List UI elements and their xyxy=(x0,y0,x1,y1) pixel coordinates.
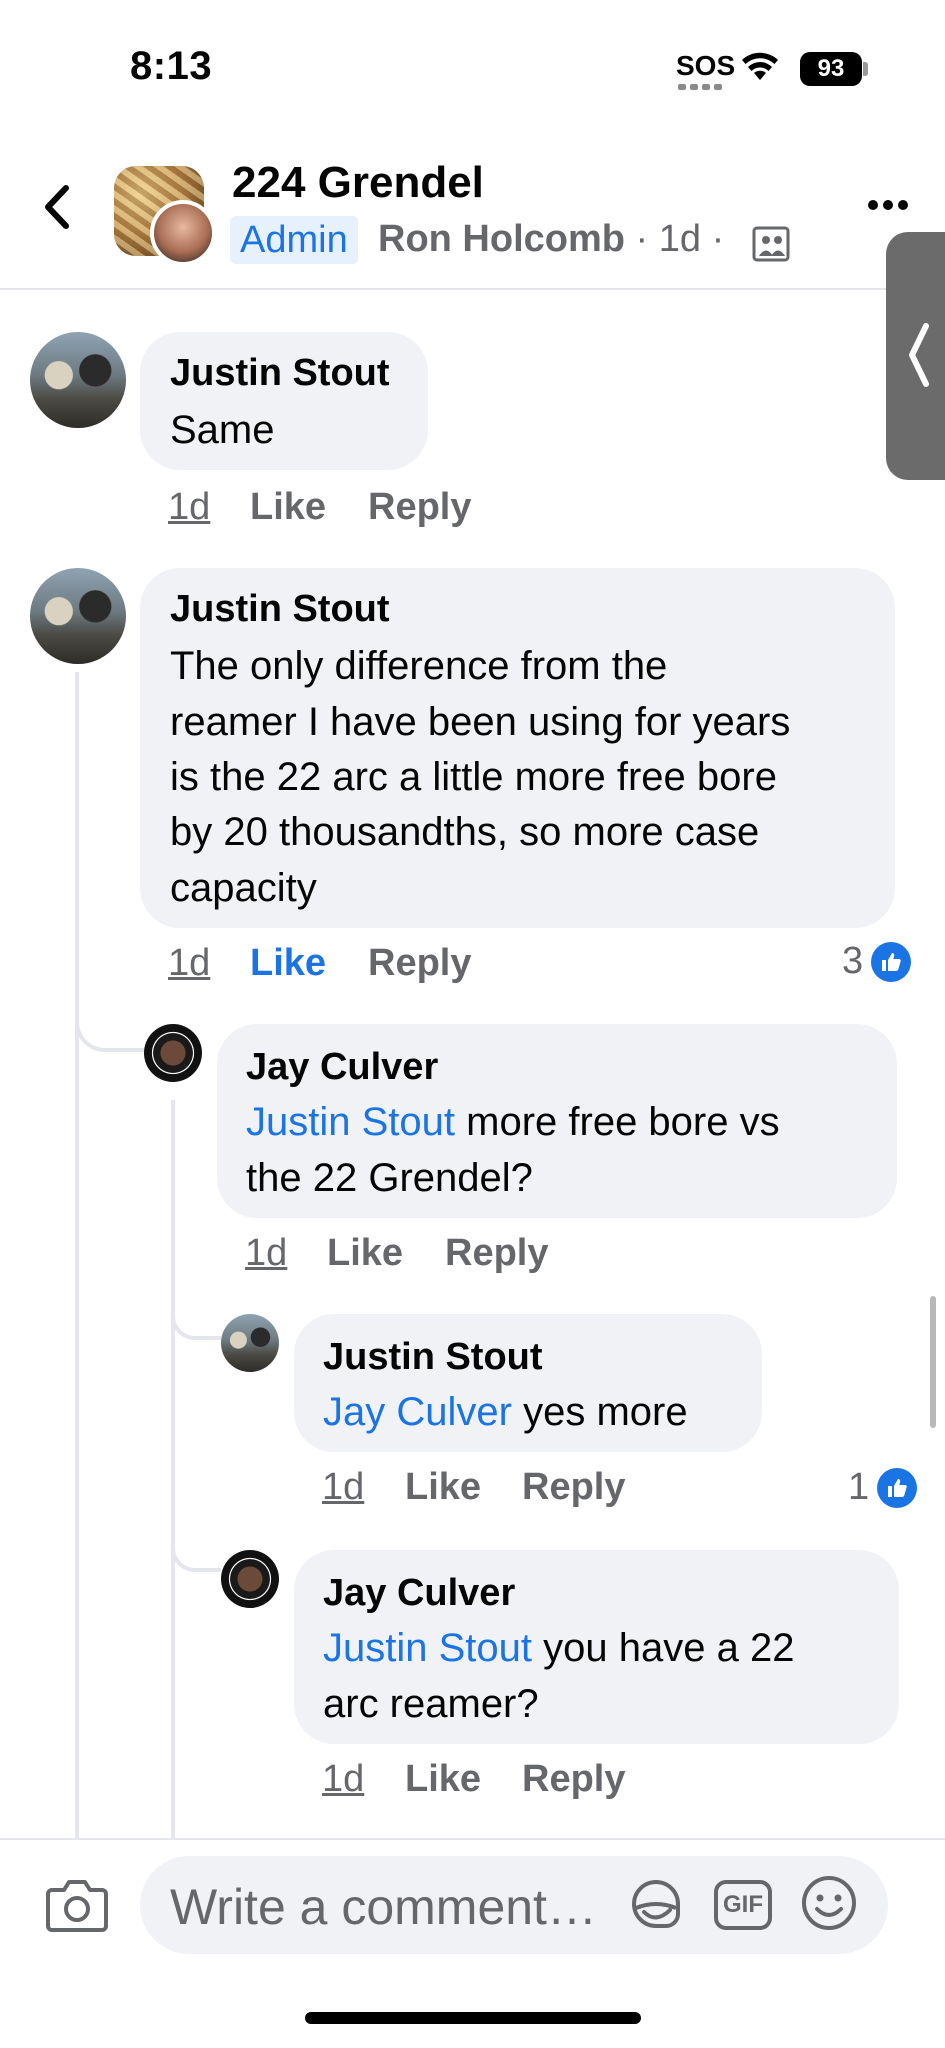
reply-text: Justin Stout more free bore vs xyxy=(246,1094,780,1150)
author-avatar[interactable] xyxy=(150,200,216,266)
reply-text: Justin Stout you have a 22 xyxy=(323,1620,794,1676)
thread-connector xyxy=(75,990,147,1052)
mention-link[interactable]: Jay Culver xyxy=(323,1390,512,1434)
sos-indicator: SOS xyxy=(676,50,736,81)
byline-separator: · xyxy=(711,218,725,260)
more-options-icon[interactable] xyxy=(866,198,910,212)
reply-text: Jay Culver yes more xyxy=(323,1384,688,1440)
author-name[interactable]: Ron Holcomb xyxy=(378,218,625,260)
thumbs-up-icon xyxy=(871,941,912,982)
like-button[interactable]: Like xyxy=(405,1466,481,1509)
signal-dots-icon xyxy=(678,84,726,90)
reply-actions: 1d xyxy=(322,1466,364,1509)
byline-separator: · xyxy=(635,218,649,260)
photo-album-icon xyxy=(752,226,790,262)
like-button[interactable]: Like xyxy=(250,486,326,529)
like-button[interactable]: Like xyxy=(405,1758,481,1801)
scrollbar[interactable] xyxy=(930,1296,936,1428)
comment-text-line: The only difference from the xyxy=(170,644,668,688)
comment-text: Same xyxy=(170,408,275,452)
reply-button[interactable]: Reply xyxy=(522,1758,625,1801)
comment-text-line: by 20 thousandths, so more case xyxy=(170,810,760,854)
reply-text-body: you have a 22 xyxy=(543,1626,795,1670)
comment-time[interactable]: 1d xyxy=(168,942,210,984)
like-button-active[interactable]: Like xyxy=(250,942,326,984)
sticker-icon[interactable] xyxy=(626,1874,686,1934)
camera-icon[interactable] xyxy=(46,1878,108,1932)
chevron-left-icon xyxy=(909,323,929,387)
reply-button[interactable]: Reply xyxy=(522,1466,625,1509)
home-indicator xyxy=(305,2012,641,2024)
reply-author[interactable]: Jay Culver xyxy=(323,1572,515,1615)
comment-text-line: is the 22 arc a little more free bore xyxy=(170,755,777,799)
reaction-count: 3 xyxy=(842,940,864,982)
reply-button[interactable]: Reply xyxy=(368,942,471,985)
reply-time[interactable]: 1d xyxy=(245,1232,287,1274)
post-byline: Ron Holcomb · 1d · xyxy=(378,218,724,261)
post-age[interactable]: 1d xyxy=(659,218,701,260)
thread-line xyxy=(75,672,79,1838)
replier-avatar[interactable] xyxy=(221,1550,279,1608)
replier-avatar[interactable] xyxy=(144,1024,202,1082)
mention-link[interactable]: Justin Stout xyxy=(323,1626,532,1670)
commenter-avatar[interactable] xyxy=(30,568,126,664)
reply-author[interactable]: Justin Stout xyxy=(323,1336,543,1379)
battery-cap xyxy=(863,62,868,76)
reaction-count: 1 xyxy=(848,1466,870,1508)
thread-line xyxy=(171,1100,175,1838)
comment-actions: 1d xyxy=(168,486,210,529)
reaction-summary[interactable]: 3 xyxy=(842,940,912,983)
reaction-summary[interactable]: 1 xyxy=(848,1466,918,1509)
reply-text-body: yes more xyxy=(523,1390,688,1434)
wifi-icon xyxy=(742,52,778,80)
reply-actions: 1d xyxy=(245,1232,287,1275)
reply-actions: 1d xyxy=(322,1758,364,1801)
comment-actions: 1d xyxy=(168,942,210,985)
comment-author[interactable]: Justin Stout xyxy=(170,588,390,631)
gif-icon[interactable]: GIF xyxy=(714,1880,772,1930)
status-time: 8:13 xyxy=(130,44,213,88)
comment-time[interactable]: 1d xyxy=(168,486,210,528)
mention-link[interactable]: Justin Stout xyxy=(246,1100,455,1144)
thread-connector xyxy=(171,1292,221,1340)
emoji-icon[interactable] xyxy=(800,1874,858,1932)
like-button[interactable]: Like xyxy=(327,1232,403,1275)
back-chevron-icon[interactable] xyxy=(38,182,78,232)
reply-button[interactable]: Reply xyxy=(445,1232,548,1275)
reply-time[interactable]: 1d xyxy=(322,1466,364,1508)
admin-badge: Admin xyxy=(230,216,358,264)
comment-placeholder: Write a comment… xyxy=(170,1879,597,1935)
gif-label: GIF xyxy=(723,1891,763,1918)
reply-button[interactable]: Reply xyxy=(368,486,471,529)
comment-author[interactable]: Justin Stout xyxy=(170,352,390,395)
thumbs-up-icon xyxy=(877,1467,918,1508)
reply-text-line: arc reamer? xyxy=(323,1682,539,1726)
commenter-avatar[interactable] xyxy=(30,332,126,428)
replier-avatar[interactable] xyxy=(221,1314,279,1372)
comment-text-line: capacity xyxy=(170,866,317,910)
battery-indicator: 93 xyxy=(800,52,862,86)
reply-author[interactable]: Jay Culver xyxy=(246,1046,438,1089)
comment-text-line: reamer I have been using for years xyxy=(170,700,791,744)
group-title[interactable]: 224 Grendel xyxy=(232,158,484,208)
reply-text-body: more free bore vs xyxy=(466,1100,780,1144)
thread-connector xyxy=(171,1524,221,1572)
reply-text-line: the 22 Grendel? xyxy=(246,1156,533,1200)
reply-time[interactable]: 1d xyxy=(322,1758,364,1800)
